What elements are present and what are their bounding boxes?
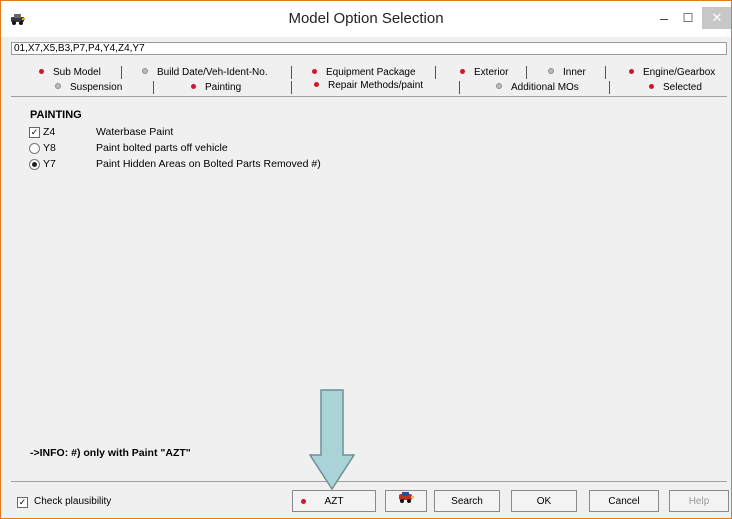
status-dot-red-icon: [191, 84, 196, 89]
tab-separator: [605, 66, 606, 79]
option-code: Y8: [43, 142, 56, 154]
status-dot-red-icon: [312, 69, 317, 74]
status-dot-grey-icon: [142, 68, 148, 74]
option-tabs: Sub Model Build Date/Veh-Ident-No. Equip…: [1, 61, 731, 97]
option-label: Waterbase Paint: [96, 126, 174, 138]
tab-inner[interactable]: Inner: [548, 66, 586, 79]
maximize-button[interactable]: ☐: [677, 7, 699, 29]
tab-label: Engine/Gearbox: [643, 67, 716, 78]
tab-selected[interactable]: Selected: [649, 81, 702, 94]
option-y8[interactable]: Y8 Paint bolted parts off vehicle: [29, 141, 369, 155]
tab-suspension[interactable]: Suspension: [55, 81, 122, 94]
tab-label: Build Date/Veh-Ident-No.: [157, 67, 268, 78]
tab-label: Exterior: [474, 67, 509, 78]
azt-button-label: AZT: [324, 496, 344, 507]
cancel-button[interactable]: Cancel: [589, 490, 659, 512]
option-z4[interactable]: ✓ Z4 Waterbase Paint: [29, 125, 369, 139]
tab-engine-gearbox[interactable]: Engine/Gearbox: [629, 66, 715, 79]
tab-repair-methods-paint[interactable]: Repair Methods/paint: [314, 79, 423, 92]
title-bar[interactable]: Model Option Selection – ☐ ✕: [1, 1, 731, 37]
tab-separator: [526, 66, 527, 79]
option-label: Paint Hidden Areas on Bolted Parts Remov…: [96, 158, 321, 170]
status-dot-red-icon: [314, 82, 319, 87]
status-dot-grey-icon: [548, 68, 554, 74]
status-dot-red-icon: [301, 499, 306, 504]
status-dot-red-icon: [460, 69, 465, 74]
status-dot-red-icon: [649, 84, 654, 89]
tab-separator: [435, 66, 436, 79]
minimize-button[interactable]: –: [654, 7, 674, 29]
tab-sub-model[interactable]: Sub Model: [39, 66, 101, 79]
tab-equipment-package[interactable]: Equipment Package: [312, 66, 416, 79]
option-radio[interactable]: [29, 159, 40, 170]
status-dot-grey-icon: [55, 83, 61, 89]
tab-exterior[interactable]: Exterior: [460, 66, 508, 79]
option-label: Paint bolted parts off vehicle: [96, 142, 228, 154]
tab-label: Suspension: [70, 82, 123, 93]
tab-label: Painting: [205, 82, 242, 93]
option-code: Y7: [43, 158, 56, 170]
tab-label: Sub Model: [53, 67, 101, 78]
check-plausibility-label: Check plausibility: [34, 496, 112, 507]
tab-label: Selected: [663, 82, 702, 93]
tab-build-date[interactable]: Build Date/Veh-Ident-No.: [142, 66, 268, 79]
tab-separator: [609, 81, 610, 94]
help-button: Help: [669, 490, 729, 512]
check-plausibility[interactable]: ✓ Check plausibility: [17, 496, 111, 508]
tab-separator: [459, 81, 460, 94]
tab-painting[interactable]: Painting: [191, 81, 241, 94]
option-radio[interactable]: [29, 143, 40, 154]
tab-label: Equipment Package: [326, 67, 416, 78]
annotation-down-arrow-icon: [309, 389, 355, 491]
vehicle-lookup-button[interactable]: [385, 490, 427, 512]
option-code: Z4: [43, 126, 56, 138]
repair-methods-paint-panel: PAINTING ✓ Z4 Waterbase Paint Y8 Paint b…: [11, 97, 727, 477]
tab-label: Inner: [563, 67, 586, 78]
ok-button[interactable]: OK: [511, 490, 577, 512]
info-note: ->INFO: #) only with Paint "AZT": [30, 447, 191, 459]
tab-separator: [153, 81, 154, 94]
option-checkbox[interactable]: ✓: [29, 127, 40, 138]
check-plausibility-checkbox[interactable]: ✓: [17, 497, 28, 508]
model-option-selection-window: Model Option Selection – ☐ ✕ Sub Model B…: [0, 0, 732, 519]
tab-separator: [291, 66, 292, 79]
tab-separator: [121, 66, 122, 79]
status-dot-red-icon: [629, 69, 634, 74]
close-button[interactable]: ✕: [702, 7, 731, 29]
window-title: Model Option Selection: [288, 10, 444, 27]
car-icon: [397, 491, 415, 514]
search-button[interactable]: Search: [434, 490, 500, 512]
status-dot-grey-icon: [496, 83, 502, 89]
tab-additional-mos[interactable]: Additional MOs: [496, 81, 579, 94]
section-title: PAINTING: [30, 109, 82, 121]
option-codes-field[interactable]: [11, 42, 727, 55]
bottom-toolbar: ✓ Check plausibility AZT Search OK Cancel…: [1, 485, 731, 515]
status-dot-red-icon: [39, 69, 44, 74]
tab-separator: [291, 81, 292, 94]
tab-label: Additional MOs: [511, 82, 579, 93]
tab-label: Repair Methods/paint: [328, 80, 424, 91]
option-y7[interactable]: Y7 Paint Hidden Areas on Bolted Parts Re…: [29, 157, 369, 171]
azt-button[interactable]: AZT: [292, 490, 376, 512]
panel-bottom-border: [11, 481, 727, 482]
